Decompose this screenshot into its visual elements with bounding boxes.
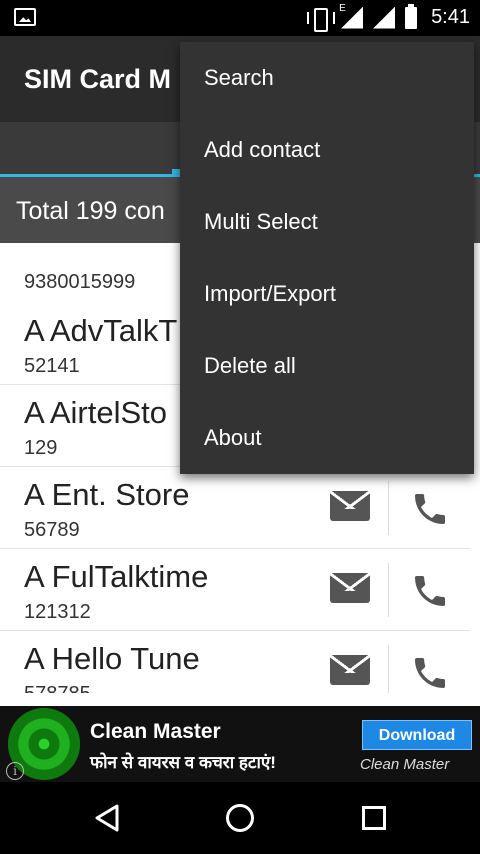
- signal-icon: E: [339, 3, 363, 29]
- wifi-signal-icon: [373, 6, 396, 29]
- menu-item-multi-select[interactable]: Multi Select: [180, 186, 474, 258]
- phone-icon[interactable]: [410, 571, 450, 611]
- contact-name: A FulTalktime: [24, 559, 209, 594]
- home-icon[interactable]: [226, 804, 254, 832]
- menu-item-search[interactable]: Search: [180, 42, 474, 114]
- app-title: SIM Card M: [24, 64, 172, 94]
- ad-brand-label: Clean Master: [360, 756, 450, 773]
- menu-item-about[interactable]: About: [180, 402, 474, 474]
- message-icon[interactable]: [330, 655, 370, 685]
- navigation-bar: [0, 782, 480, 854]
- vibrate-icon: [307, 7, 336, 32]
- status-icons: E 5:41: [307, 3, 470, 32]
- phone-icon[interactable]: [410, 489, 450, 529]
- ad-download-button[interactable]: Download: [362, 720, 472, 750]
- total-contacts-label: Total 199 con: [16, 197, 165, 225]
- message-icon[interactable]: [330, 491, 370, 521]
- contact-number: 121312: [24, 601, 91, 623]
- ad-title: Clean Master: [90, 720, 221, 743]
- action-divider: [388, 645, 389, 693]
- contact-number: 129: [24, 437, 58, 459]
- ad-banner[interactable]: i Clean Master फोन से वायरस व कचरा हटाएं…: [0, 706, 480, 782]
- contact-number: 578785: [24, 683, 91, 693]
- list-item[interactable]: A FulTalktime 121312: [0, 549, 470, 631]
- recent-apps-icon[interactable]: [362, 806, 386, 830]
- partial-contact-number: 9380015999: [24, 271, 136, 293]
- contact-number: 56789: [24, 519, 80, 541]
- list-item[interactable]: A Hello Tune 578785: [0, 631, 470, 693]
- ad-info-icon[interactable]: i: [6, 762, 24, 780]
- clock: 5:41: [431, 6, 470, 28]
- contact-name: A AirtelSto: [24, 395, 168, 430]
- image-icon: [14, 8, 36, 26]
- action-divider: [388, 481, 389, 535]
- status-bar: E 5:41: [0, 0, 480, 36]
- contact-name: A Ent. Store: [24, 477, 190, 512]
- ad-subtitle: फोन से वायरस व कचरा हटाएं!: [90, 753, 276, 772]
- contact-number: 52141: [24, 355, 80, 377]
- back-icon[interactable]: [94, 804, 120, 832]
- action-divider: [388, 563, 389, 617]
- menu-item-import-export[interactable]: Import/Export: [180, 258, 474, 330]
- overflow-menu: Search Add contact Multi Select Import/E…: [180, 42, 474, 474]
- network-type-label: E: [339, 2, 346, 14]
- contact-name: A AdvTalkT: [24, 313, 178, 348]
- message-icon[interactable]: [330, 573, 370, 603]
- phone-icon[interactable]: [410, 653, 450, 693]
- menu-item-add-contact[interactable]: Add contact: [180, 114, 474, 186]
- contact-name: A Hello Tune: [24, 641, 200, 676]
- menu-item-delete-all[interactable]: Delete all: [180, 330, 474, 402]
- battery-icon: [405, 3, 418, 29]
- list-item[interactable]: A Ent. Store 56789: [0, 467, 470, 549]
